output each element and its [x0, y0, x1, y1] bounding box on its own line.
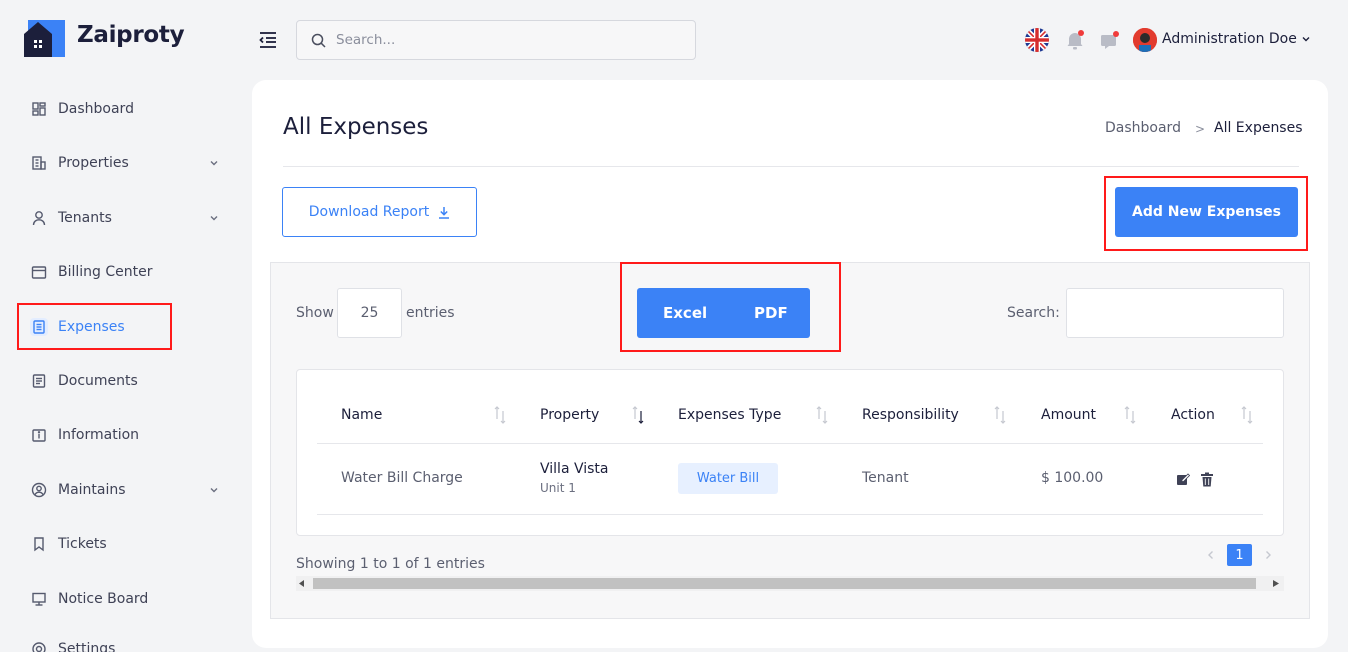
breadcrumb-home[interactable]: Dashboard	[1105, 120, 1181, 136]
breadcrumb-current: All Expenses	[1214, 120, 1303, 136]
header-divider	[283, 166, 1299, 167]
sidebar-item-maintains[interactable]: Maintains	[30, 475, 220, 505]
cell-name: Water Bill Charge	[341, 470, 463, 486]
add-new-expenses-button[interactable]: Add New Expenses	[1115, 187, 1298, 237]
sidebar-item-label: Notice Board	[58, 591, 149, 607]
sidebar-item-label: Dashboard	[58, 101, 134, 117]
table-header-divider	[317, 443, 1263, 444]
global-search[interactable]	[296, 20, 696, 60]
sidebar-item-tenants[interactable]: Tenants	[30, 203, 220, 233]
column-header-action[interactable]: Action	[1171, 407, 1215, 423]
expense-type-badge: Water Bill	[678, 463, 778, 494]
sidebar-item-tickets[interactable]: Tickets	[30, 529, 220, 559]
sort-icon[interactable]	[816, 405, 828, 425]
message-icon[interactable]	[1099, 29, 1121, 51]
chevron-down-icon	[208, 212, 220, 224]
building-icon	[30, 154, 48, 172]
expenses-table	[296, 369, 1284, 536]
entries-label: entries	[406, 305, 455, 321]
column-header-property[interactable]: Property	[540, 407, 599, 423]
sidebar-item-settings[interactable]: Settings	[30, 634, 220, 652]
sort-icon[interactable]	[994, 405, 1006, 425]
document-list-icon	[30, 318, 48, 336]
sidebar-item-label: Settings	[58, 641, 116, 652]
delete-icon[interactable]	[1200, 472, 1214, 487]
uk-flag-icon[interactable]	[1025, 28, 1049, 52]
sidebar-item-expenses[interactable]: Expenses	[30, 312, 220, 342]
scroll-left-arrow-icon[interactable]	[299, 580, 305, 587]
cell-property: Villa Vista	[540, 461, 609, 477]
pagination-page-1[interactable]: 1	[1227, 544, 1252, 566]
document-icon	[30, 372, 48, 390]
page-title: All Expenses	[283, 114, 429, 140]
chevron-down-icon	[208, 484, 220, 496]
sidebar-item-label: Billing Center	[58, 264, 153, 280]
edit-icon[interactable]	[1176, 472, 1190, 486]
cell-amount: $ 100.00	[1041, 470, 1104, 486]
chevron-down-icon	[208, 157, 220, 169]
menu-toggle-icon[interactable]	[258, 30, 278, 50]
sidebar-item-label: Expenses	[58, 319, 125, 335]
user-menu[interactable]: Administration Doe	[1162, 31, 1311, 47]
sidebar-item-information[interactable]: Information	[30, 420, 220, 450]
column-header-expenses-type[interactable]: Expenses Type	[678, 407, 781, 423]
table-search-label: Search:	[1007, 305, 1060, 321]
entries-select[interactable]: 25	[337, 288, 402, 338]
table-search-input[interactable]	[1066, 288, 1284, 338]
sort-desc-icon[interactable]	[632, 405, 644, 425]
sidebar-item-documents[interactable]: Documents	[30, 366, 220, 396]
wallet-icon	[30, 263, 48, 281]
cell-responsibility: Tenant	[862, 470, 909, 486]
table-row-divider	[317, 514, 1263, 515]
sort-icon[interactable]	[494, 405, 506, 425]
user-name: Administration Doe	[1162, 31, 1297, 47]
export-button-group: Excel PDF	[637, 288, 810, 338]
sidebar-item-label: Information	[58, 427, 140, 443]
sidebar-item-dashboard[interactable]: Dashboard	[30, 94, 220, 124]
download-report-button[interactable]: Download Report	[282, 187, 477, 237]
sort-icon[interactable]	[1124, 405, 1136, 425]
show-label: Show	[296, 305, 334, 321]
download-report-label: Download Report	[308, 204, 430, 220]
excel-button[interactable]: Excel	[663, 304, 707, 322]
avatar[interactable]	[1133, 28, 1157, 52]
sidebar-item-label: Documents	[58, 373, 138, 389]
scrollbar-thumb[interactable]	[313, 578, 1256, 589]
brand-name: Zaiproty	[77, 22, 185, 48]
search-icon	[311, 33, 326, 48]
sidebar-item-label: Properties	[58, 155, 129, 171]
global-search-input[interactable]	[336, 32, 666, 48]
column-header-responsibility[interactable]: Responsibility	[862, 407, 959, 423]
cell-unit: Unit 1	[540, 481, 576, 495]
chevron-left-icon[interactable]	[1205, 549, 1217, 561]
user-circle-icon	[30, 481, 48, 499]
sidebar-item-label: Tickets	[58, 536, 107, 552]
chevron-down-icon	[1301, 34, 1311, 44]
user-icon	[30, 209, 48, 227]
bookmark-icon	[30, 535, 48, 553]
info-icon	[30, 426, 48, 444]
sort-icon[interactable]	[1241, 405, 1253, 425]
brand-logo	[24, 16, 65, 57]
sidebar-item-billing-center[interactable]: Billing Center	[30, 257, 220, 287]
sidebar-item-label: Maintains	[58, 482, 126, 498]
gear-icon	[30, 640, 48, 652]
dashboard-icon	[30, 100, 48, 118]
pagination-info: Showing 1 to 1 of 1 entries	[296, 556, 485, 572]
breadcrumb-separator: >	[1195, 122, 1206, 136]
column-header-amount[interactable]: Amount	[1041, 407, 1096, 423]
notification-bell-icon[interactable]	[1065, 29, 1085, 51]
sidebar-item-properties[interactable]: Properties	[30, 148, 220, 178]
chevron-right-icon[interactable]	[1262, 549, 1274, 561]
scroll-right-arrow-icon[interactable]	[1273, 580, 1279, 587]
monitor-icon	[30, 590, 48, 608]
sidebar-item-notice-board[interactable]: Notice Board	[30, 584, 220, 614]
pdf-button[interactable]: PDF	[754, 304, 788, 322]
sidebar-item-label: Tenants	[58, 210, 112, 226]
column-header-name[interactable]: Name	[341, 407, 382, 423]
download-icon	[438, 206, 450, 219]
